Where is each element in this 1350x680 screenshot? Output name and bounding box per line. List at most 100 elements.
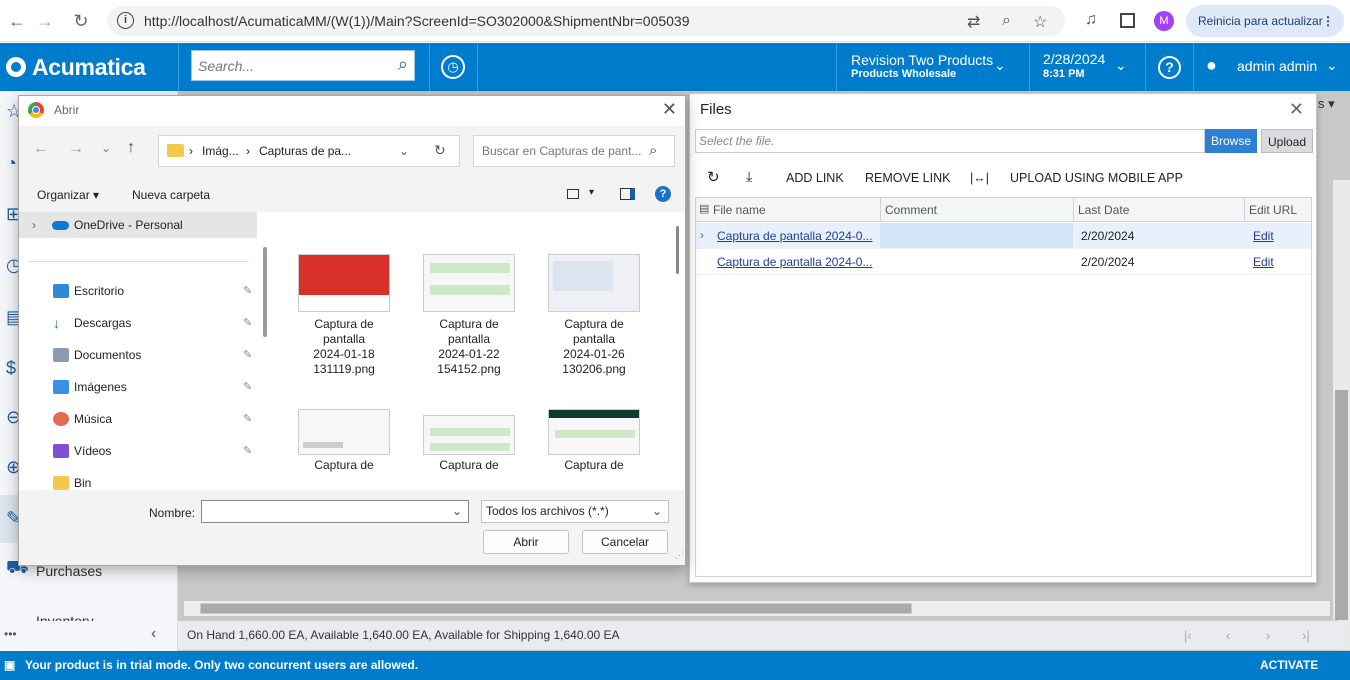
file-thumbnail[interactable]	[548, 409, 640, 455]
global-search[interactable]: ⌕	[191, 50, 415, 81]
organize-button[interactable]: Organizar ▾	[37, 188, 99, 202]
chevron-down-icon[interactable]: ⌄	[1326, 57, 1338, 74]
reload-icon[interactable]: ↻	[70, 10, 92, 32]
nav-item-pictures[interactable]: Imágenes ✎	[19, 374, 257, 400]
open-button[interactable]: Abrir	[483, 530, 569, 554]
filename-input[interactable]: ⌄	[201, 500, 469, 523]
refresh-icon[interactable]: ↻	[434, 142, 446, 159]
scroll-thumb[interactable]	[263, 247, 267, 337]
file-thumbnail[interactable]	[423, 254, 515, 312]
file-name[interactable]: Captura de pantalla 2024-01-18 131119.png	[284, 317, 404, 377]
nav-item-documents[interactable]: Documentos ✎	[19, 342, 257, 368]
file-thumbnail[interactable]	[298, 409, 390, 455]
chevron-down-icon[interactable]: ▾	[589, 187, 594, 198]
address-bar[interactable]: i http://localhost/AcumaticaMM/(W(1))/Ma…	[107, 6, 1065, 36]
nav-item-bin[interactable]: Bin	[19, 470, 257, 490]
url-text[interactable]: http://localhost/AcumaticaMM/(W(1))/Main…	[144, 13, 690, 29]
forward-arrow-icon[interactable]: →	[68, 140, 84, 158]
refresh-icon[interactable]: ↻	[707, 168, 720, 186]
back-arrow-icon[interactable]: ←	[33, 140, 49, 158]
chevron-down-icon[interactable]: ⌄	[452, 504, 462, 518]
more-menu-icon[interactable]: ⋮	[1322, 5, 1334, 37]
fit-width-icon[interactable]: |↔|	[970, 171, 989, 185]
resize-grip-icon[interactable]: ⋰	[675, 550, 684, 561]
file-select-input[interactable]: Select the file.	[695, 129, 1205, 153]
scroll-thumb[interactable]	[1335, 390, 1348, 620]
add-link-button[interactable]: ADD LINK	[786, 171, 844, 185]
new-folder-button[interactable]: Nueva carpeta	[132, 188, 210, 202]
file-link[interactable]: Captura de pantalla 2024-0...	[717, 229, 872, 243]
cancel-button[interactable]: Cancelar	[582, 530, 668, 554]
help-icon[interactable]: ?	[655, 186, 671, 202]
profile-avatar[interactable]: M	[1154, 11, 1174, 31]
side-panel-icon[interactable]	[1120, 13, 1135, 28]
chevron-down-icon[interactable]: ⌄	[1115, 57, 1127, 74]
help-icon[interactable]: ?	[1158, 56, 1181, 79]
scroll-thumb[interactable]	[676, 226, 679, 274]
breadcrumb-item[interactable]: Imág...	[202, 144, 239, 158]
scroll-thumb[interactable]	[200, 603, 912, 614]
recent-locations-icon[interactable]: ⌄	[101, 141, 111, 155]
browse-button[interactable]: Browse	[1205, 129, 1257, 153]
chevron-down-icon[interactable]: ⌄	[399, 144, 409, 158]
sidebar-item-inventory[interactable]: Inventory	[36, 613, 94, 621]
edit-link[interactable]: Edit	[1253, 229, 1274, 243]
edit-link[interactable]: Edit	[1253, 255, 1274, 269]
recent-history-icon[interactable]: ◷	[441, 55, 465, 79]
upload-mobile-button[interactable]: UPLOAD USING MOBILE APP	[1010, 171, 1183, 185]
column-header[interactable]: Edit URL	[1249, 203, 1297, 217]
nav-item-downloads[interactable]: ↓ Descargas ✎	[19, 310, 257, 336]
zoom-icon[interactable]: ⌕	[1002, 12, 1011, 30]
translate-icon[interactable]: ⇄	[967, 12, 980, 32]
breadcrumb-item[interactable]: Capturas de pa...	[259, 144, 351, 158]
file-type-select[interactable]: Todos los archivos (*.*) ⌄	[481, 500, 669, 523]
media-icon[interactable]: ♫	[1085, 11, 1097, 29]
file-thumbnail[interactable]	[548, 254, 640, 312]
preview-pane-icon[interactable]	[620, 188, 635, 200]
file-name[interactable]: Captura de	[409, 458, 529, 473]
company-name[interactable]: Revision Two Products	[851, 52, 993, 68]
breadcrumb[interactable]: › Imág... › Capturas de pa... ⌄ ↻	[158, 135, 460, 167]
collapse-nav-icon[interactable]: ‹	[151, 625, 156, 643]
file-name[interactable]: Captura de pantalla 2024-01-26 130206.png	[534, 317, 654, 377]
prev-page-icon[interactable]: ‹	[1226, 621, 1230, 650]
close-icon[interactable]: ✕	[662, 99, 677, 120]
download-icon[interactable]: ⤓	[746, 168, 752, 185]
activate-button[interactable]: ACTIVATE	[1260, 651, 1318, 679]
next-page-icon[interactable]: ›	[1266, 621, 1270, 650]
folder-search[interactable]: Buscar en Capturas de pant... ⌕	[473, 135, 675, 167]
tools-menu-icon[interactable]: s ▾	[1318, 96, 1335, 112]
file-thumbnail[interactable]	[298, 254, 390, 312]
upload-button[interactable]: Upload	[1261, 129, 1313, 153]
table-row[interactable]: Captura de pantalla 2024-0... 2/20/2024 …	[696, 249, 1311, 275]
file-thumbnail[interactable]	[423, 415, 515, 455]
remove-link-button[interactable]: REMOVE LINK	[865, 171, 950, 185]
nav-item-music[interactable]: Música ✎	[19, 406, 257, 432]
vertical-scrollbar[interactable]	[1333, 180, 1350, 650]
nav-item-videos[interactable]: Vídeos ✎	[19, 438, 257, 464]
search-icon[interactable]: ⌕	[649, 142, 657, 159]
bookmark-star-icon[interactable]: ☆	[1033, 12, 1047, 32]
view-icon[interactable]	[567, 189, 579, 199]
up-arrow-icon[interactable]: ↑	[127, 139, 135, 157]
column-header[interactable]: Comment	[885, 203, 937, 217]
business-date[interactable]: 2/28/2024	[1043, 51, 1105, 67]
chevron-down-icon[interactable]: ⌄	[994, 57, 1006, 74]
column-header[interactable]: Last Date	[1078, 203, 1129, 217]
info-icon[interactable]: i	[117, 12, 134, 29]
search-input[interactable]: Buscar en Capturas de pant...	[482, 144, 641, 158]
forward-arrow-icon[interactable]: →	[34, 10, 56, 32]
comment-cell[interactable]	[880, 223, 1073, 248]
acumatica-logo[interactable]: Acumatica	[6, 54, 146, 81]
first-page-icon[interactable]: |‹	[1184, 621, 1192, 650]
table-row[interactable]: › Captura de pantalla 2024-0... 2/20/202…	[696, 223, 1311, 249]
search-icon[interactable]: ⌕	[398, 54, 408, 75]
nav-item-desktop[interactable]: Escritorio ✎	[19, 278, 257, 304]
file-name[interactable]: Captura de	[534, 458, 654, 473]
business-time[interactable]: 8:31 PM	[1043, 68, 1085, 80]
expand-chevron-icon[interactable]: ›	[32, 212, 36, 238]
file-link[interactable]: Captura de pantalla 2024-0...	[717, 255, 872, 269]
branch-name[interactable]: Products Wholesale	[851, 68, 956, 80]
close-icon[interactable]: ✕	[1289, 99, 1304, 120]
grid-settings-icon[interactable]: ▤	[699, 202, 709, 215]
